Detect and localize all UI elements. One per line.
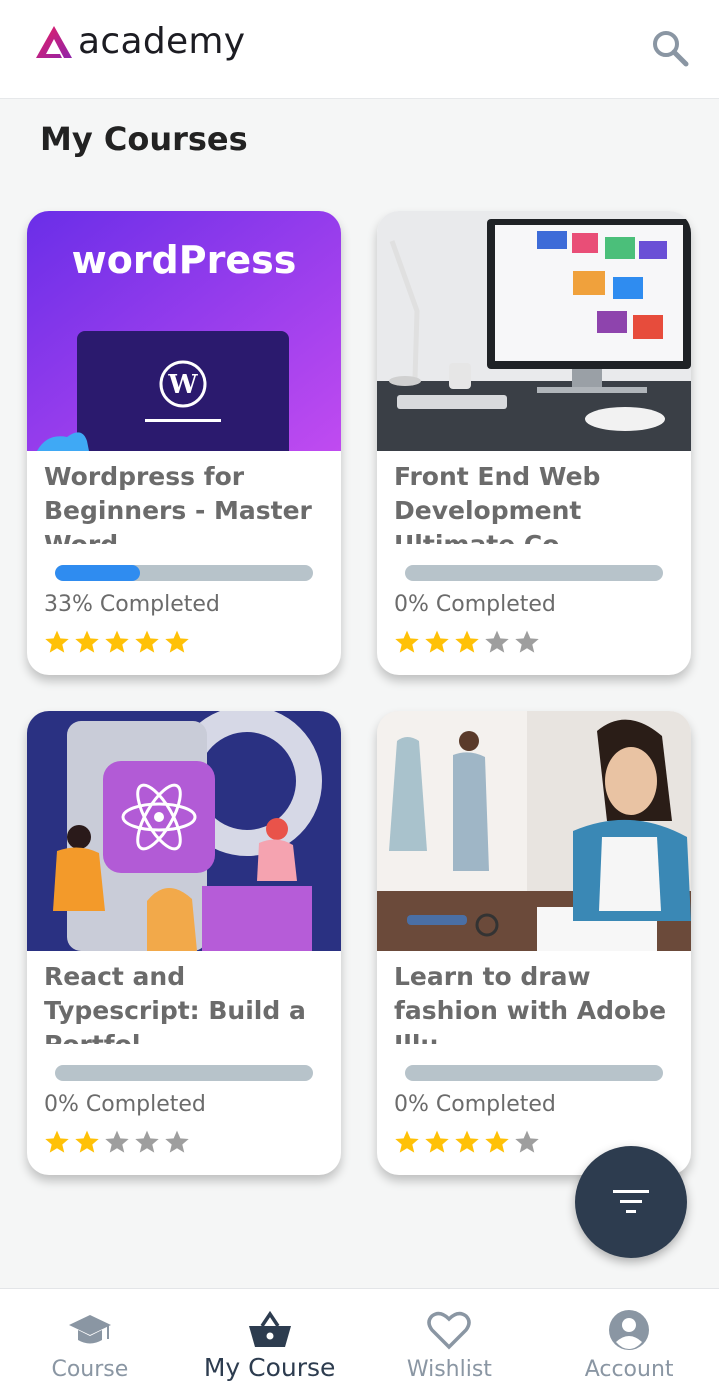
star-filled-icon — [75, 1130, 99, 1153]
star-empty-icon — [105, 1130, 129, 1153]
page-title: My Courses — [40, 120, 248, 158]
course-completion-text: 0% Completed — [44, 1092, 206, 1117]
course-progress-bar — [55, 565, 313, 581]
star-filled-icon — [45, 1130, 69, 1153]
star-filled-icon — [165, 630, 189, 653]
course-card[interactable]: React and Typescript: Build a Portfol 0%… — [27, 711, 341, 1175]
app-logo[interactable]: academy — [34, 22, 245, 62]
star-empty-icon — [515, 630, 539, 653]
course-thumbnail — [27, 711, 341, 951]
course-rating — [394, 629, 540, 655]
course-thumbnail — [377, 711, 691, 951]
course-completion-text: 0% Completed — [394, 592, 556, 617]
filter-button[interactable] — [575, 1146, 687, 1258]
star-filled-icon — [425, 1130, 449, 1153]
star-empty-icon — [485, 630, 509, 653]
course-completion-text: 33% Completed — [44, 592, 220, 617]
app-logo-text: academy — [78, 21, 246, 62]
course-rating — [394, 1129, 540, 1155]
star-filled-icon — [75, 630, 99, 653]
star-filled-icon — [395, 630, 419, 653]
star-empty-icon — [165, 1130, 189, 1153]
course-thumbnail — [377, 211, 691, 451]
nav-item-course[interactable]: Course — [0, 1289, 180, 1398]
course-progress-bar — [405, 565, 663, 581]
search-icon[interactable] — [650, 28, 690, 68]
nav-item-wishlist[interactable]: Wishlist — [360, 1289, 540, 1398]
course-rating — [44, 1129, 190, 1155]
star-filled-icon — [135, 630, 159, 653]
thumb-wordpress-text: wordPress — [72, 238, 297, 282]
bottom-navigation: Course My Course Wishlist Account — [0, 1288, 719, 1398]
star-empty-icon — [135, 1130, 159, 1153]
star-filled-icon — [485, 1130, 509, 1153]
star-filled-icon — [45, 630, 69, 653]
star-filled-icon — [105, 630, 129, 653]
star-filled-icon — [455, 630, 479, 653]
star-empty-icon — [515, 1130, 539, 1153]
account-circle-icon — [609, 1310, 650, 1350]
star-filled-icon — [425, 630, 449, 653]
course-rating — [44, 629, 190, 655]
app-header: academy — [0, 0, 719, 99]
svg-text:W: W — [167, 370, 198, 400]
course-card[interactable]: Front End Web Development Ultimate Co 0%… — [377, 211, 691, 675]
course-completion-text: 0% Completed — [394, 1092, 556, 1117]
course-progress-bar — [405, 1065, 663, 1081]
course-title: Learn to draw fashion with Adobe Illu — [394, 962, 667, 1044]
heart-icon — [427, 1311, 472, 1350]
course-progress-fill — [55, 565, 141, 581]
nav-label: Course — [51, 1357, 129, 1382]
star-filled-icon — [455, 1130, 479, 1153]
course-title: React and Typescript: Build a Portfol — [44, 962, 306, 1044]
course-progress-bar — [55, 1065, 313, 1081]
course-card[interactable]: Learn to draw fashion with Adobe Illu 0%… — [377, 711, 691, 1175]
course-thumbnail: wordPress W — [27, 211, 341, 451]
nav-label: Account — [584, 1357, 674, 1382]
nav-label: My Course — [203, 1353, 336, 1382]
course-title: Wordpress for Beginners - Master Word — [44, 462, 312, 544]
course-title: Front End Web Development Ultimate Co — [394, 462, 601, 544]
graduation-cap-icon — [68, 1315, 111, 1344]
nav-item-account[interactable]: Account — [539, 1289, 719, 1398]
basket-icon — [248, 1310, 291, 1347]
star-filled-icon — [395, 1130, 419, 1153]
nav-label: Wishlist — [406, 1357, 492, 1382]
nav-item-my-course[interactable]: My Course — [180, 1289, 360, 1398]
filter-icon — [613, 1190, 649, 1213]
academy-logo-icon — [36, 26, 72, 58]
course-card[interactable]: wordPress W Wordpress for Beginners - Ma… — [27, 211, 341, 675]
